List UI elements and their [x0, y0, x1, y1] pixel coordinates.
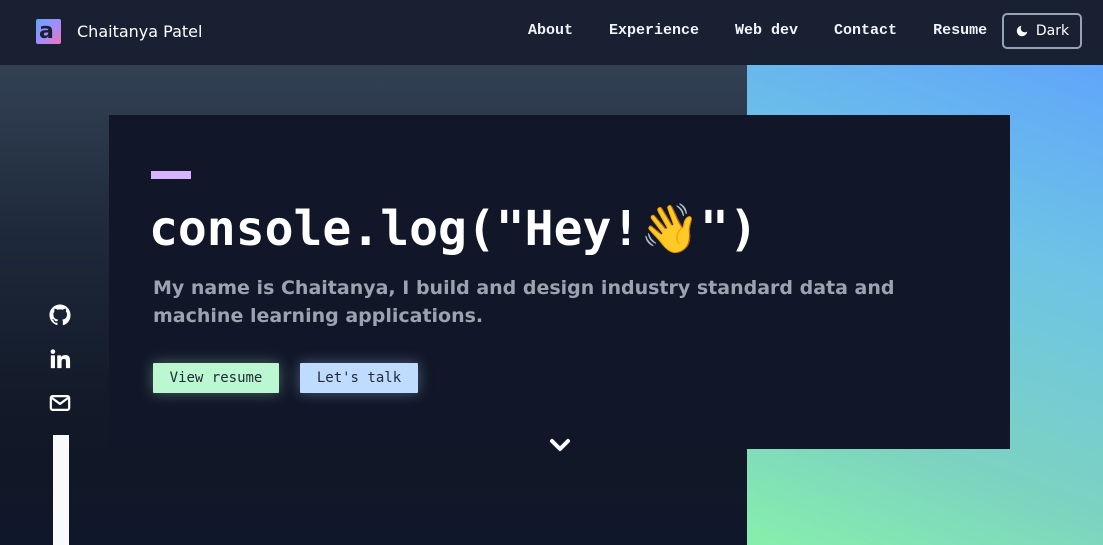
logo-icon: a	[36, 19, 61, 44]
moon-icon	[1016, 25, 1028, 37]
site-header: a Chaitanya Patel About Experience Web d…	[0, 0, 1103, 65]
brand-home-link[interactable]: a Chaitanya Patel	[36, 19, 202, 44]
social-divider-line	[53, 435, 69, 545]
logo-letter: a	[39, 19, 54, 44]
hero-subtitle: My name is Chaitanya, I build and design…	[153, 277, 895, 327]
nav-link-about[interactable]: About	[528, 22, 573, 40]
nav-link-resume[interactable]: Resume	[933, 22, 987, 40]
social-sidebar	[49, 304, 73, 436]
linkedin-icon[interactable]	[49, 348, 71, 370]
brand-name: Chaitanya Patel	[77, 22, 203, 41]
github-icon[interactable]	[49, 304, 71, 326]
chevron-down-icon[interactable]	[549, 437, 571, 458]
nav-link-experience[interactable]: Experience	[609, 22, 699, 40]
page: a Chaitanya Patel About Experience Web d…	[0, 0, 1103, 545]
theme-toggle-label: Dark	[1035, 23, 1070, 39]
accent-bar	[151, 171, 191, 179]
lets-talk-button[interactable]: Let's talk	[300, 363, 418, 393]
hero-card: console.log("Hey!👋") My name is Chaitany…	[109, 115, 1010, 451]
view-resume-button[interactable]: View resume	[153, 363, 279, 393]
mail-icon[interactable]	[49, 392, 71, 414]
hero-title: console.log("Hey!👋")	[149, 201, 758, 257]
nav-link-contact[interactable]: Contact	[834, 22, 897, 40]
theme-toggle-button[interactable]: Dark	[1002, 13, 1082, 49]
nav-link-web-dev[interactable]: Web dev	[735, 22, 798, 40]
main-nav: About Experience Web dev Contact Resume	[528, 22, 1023, 40]
